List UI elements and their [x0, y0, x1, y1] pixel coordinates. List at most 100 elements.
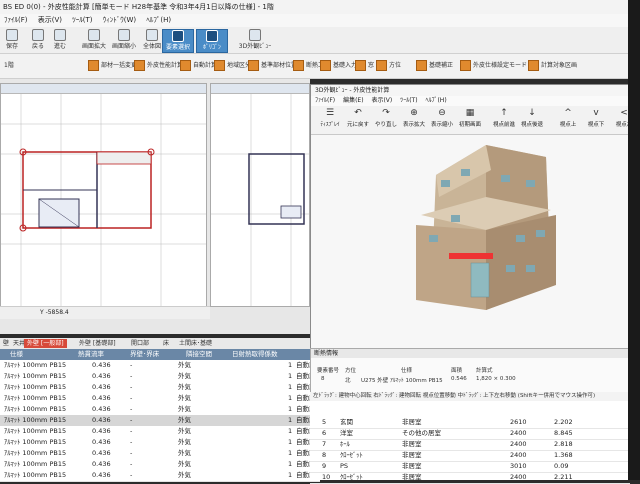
coord-status: Y -5858.4 — [0, 306, 210, 319]
bulk-change-button[interactable]: 部材一括変更 — [88, 58, 137, 74]
room-no: 6 — [322, 429, 327, 437]
menu-file[interactable]: ﾌｧｲﾙ(F) — [4, 16, 28, 24]
auto-icon — [180, 60, 191, 71]
viewer-tool-button[interactable]: ↶ 元に戻す — [345, 108, 371, 132]
menu-help[interactable]: ﾍﾙﾌﾟ(H) — [146, 16, 171, 24]
cell-count: 1 — [288, 405, 293, 413]
3d-canvas[interactable] — [311, 135, 640, 349]
select-element-button[interactable]: 要素選択 — [162, 29, 194, 53]
table-row[interactable]: ｱﾙﾏｯﾄ 100mm PB15 0.436- 外気 1 自動計算 — [0, 470, 322, 482]
target-section-button[interactable]: 計算対象区画 — [528, 58, 577, 74]
window-icon — [355, 60, 366, 71]
room-height: 3010 — [510, 462, 527, 470]
viewer-tool-icon: ^ — [564, 108, 572, 118]
insulation-info-panel: 断熱情報 要素番号 方位 仕様 面積 計算式 8 北 U275 外壁 ｱﾙﾏｯﾄ… — [310, 348, 640, 394]
floor-selector[interactable]: 1階 — [4, 58, 14, 74]
cell-spec: ｱﾙﾏｯﾄ 100mm PB15 — [4, 471, 67, 479]
tab-slab-foundation[interactable]: 土間床･基礎 — [176, 339, 215, 348]
fit-icon — [146, 29, 158, 41]
table-header: 仕様 熱貫流率 界壁･界床 隣接空間 日射熱取得係数 — [0, 349, 320, 360]
viewer-menu-edit[interactable]: 編集(E) — [343, 97, 363, 104]
viewer-tool-button[interactable]: ⊕ 表示拡大 — [401, 108, 427, 132]
back-button[interactable]: 戻る — [28, 29, 48, 51]
col-adjacent: 隣接空間 — [186, 350, 212, 358]
room-type: 非居室 — [402, 473, 422, 481]
foundation-input-button[interactable]: 基礎入力 — [320, 58, 357, 74]
tab-exterior-wall-general[interactable]: 外壁 [一般部] — [24, 339, 67, 348]
building-model[interactable] — [311, 135, 640, 349]
cell-count: 1 — [288, 361, 293, 369]
envelope-calc-button[interactable]: 外皮性能計算 — [134, 58, 183, 74]
room-no: 7 — [322, 440, 327, 448]
polygon-button[interactable]: ﾎﾟﾘｺﾞﾝ — [196, 29, 228, 53]
member-icon — [248, 60, 259, 71]
member-position-button[interactable]: 基準部材位置 — [248, 58, 297, 74]
room-name: 玄関 — [340, 418, 353, 426]
app-titlebar: BS ED 0(0) - 外皮性能計算 [簡単モード H28年基準 令和3年4月… — [0, 0, 640, 15]
cell-adjacent: 外気 — [178, 416, 191, 424]
cell-adjacent: 外気 — [178, 372, 191, 380]
menu-window[interactable]: ｳｨﾝﾄﾞｳ(W) — [103, 16, 136, 24]
viewer-tool-button[interactable]: ☰ ﾃｨｽﾌﾟﾚｲ — [317, 108, 343, 132]
cell-spec: ｱﾙﾏｯﾄ 100mm PB15 — [4, 438, 67, 446]
cell-count: 1 — [288, 416, 293, 424]
fit-all-button[interactable]: 全体図 — [140, 29, 164, 51]
room-no: 5 — [322, 418, 327, 426]
auto-calc-button[interactable]: 自動計算 — [180, 58, 217, 74]
viewer-tool-button[interactable]: ↑ 視点前進 — [491, 108, 517, 132]
forward-button[interactable]: 進む — [50, 29, 70, 51]
tab-exterior-wall-foundation[interactable]: 外壁 [基礎部] — [76, 339, 119, 348]
cell-adjacent: 外気 — [178, 438, 191, 446]
viewer-tool-label: 視点下 — [587, 122, 605, 128]
viewer-menu-tools[interactable]: ﾂｰﾙ(T) — [400, 97, 417, 104]
window-button[interactable]: 窓 — [355, 58, 374, 74]
viewer-tool-button[interactable]: ▦ 初期画面 — [457, 108, 483, 132]
viewer-tool-icon: ▦ — [465, 108, 475, 118]
cell-party: - — [130, 449, 133, 457]
floor-plan-panel[interactable] — [0, 83, 207, 307]
cell-u-value: 0.436 — [92, 416, 111, 424]
region-button[interactable]: 地域区分 — [214, 58, 251, 74]
menu-view[interactable]: 表示(V) — [38, 16, 62, 24]
room-name: PS — [340, 462, 349, 470]
cell-adjacent: 外気 — [178, 361, 191, 369]
save-button[interactable]: 保存 — [2, 29, 22, 51]
viewer-menu-help[interactable]: ﾍﾙﾌﾟ(H) — [425, 97, 446, 104]
orientation-button[interactable]: 方位 — [376, 58, 401, 74]
zoom-in-button[interactable]: 画面拡大 — [80, 29, 108, 51]
room-no: 8 — [322, 451, 327, 459]
room-height: 2400 — [510, 440, 527, 448]
viewer-tool-button[interactable]: v 視点下 — [583, 108, 609, 132]
viewer-tool-button[interactable]: ⊖ 表示縮小 — [429, 108, 455, 132]
room-type: 非居室 — [402, 418, 422, 426]
viewer-menu-view[interactable]: 表示(V) — [371, 97, 392, 104]
spec-table: 仕様 熱貫流率 界壁･界床 隣接空間 日射熱取得係数 ｱﾙﾏｯﾄ 100mm P… — [0, 349, 322, 482]
zoom-out-button[interactable]: 画面縮小 — [110, 29, 138, 51]
viewer-menu-file[interactable]: ﾌｧｲﾙ(F) — [315, 97, 335, 104]
cell-party: - — [130, 361, 133, 369]
envelope-spec-mode-button[interactable]: 外皮仕様設定モード — [460, 58, 527, 74]
cell-adjacent: 外気 — [178, 427, 191, 435]
cell-u-value: 0.436 — [92, 383, 111, 391]
3d-view-button[interactable]: 3D外観ﾋﾞｭｰ — [232, 29, 278, 51]
tab-floor[interactable]: 床 — [160, 339, 172, 348]
elevation-drawing[interactable] — [211, 94, 309, 306]
menu-bar: ﾌｧｲﾙ(F) 表示(V) ﾂｰﾙ(T) ｳｨﾝﾄﾞｳ(W) ﾍﾙﾌﾟ(H) — [0, 14, 640, 27]
info-title: 断熱情報 — [314, 350, 339, 357]
menu-tools[interactable]: ﾂｰﾙ(T) — [72, 16, 92, 24]
viewer-tool-button[interactable]: ↓ 視点後退 — [519, 108, 545, 132]
secondary-toolbar: 1階 部材一括変更 外皮性能計算 自動計算 地域区分 基準部材位置 断熱工事 基… — [0, 54, 640, 79]
viewer-tool-button[interactable]: ↷ やり直し — [373, 108, 399, 132]
elevation-panel[interactable] — [210, 83, 310, 307]
viewer-tool-icon: ⊕ — [410, 108, 418, 118]
floor-plan-drawing[interactable] — [1, 94, 206, 306]
fix-icon — [416, 60, 427, 71]
tab-openings[interactable]: 開口部 — [128, 339, 152, 348]
room-row[interactable]: 10 ｸﾛｰｾﾞｯﾄ 非居室 2400 2.211 — [310, 472, 630, 484]
viewer-tool-button[interactable]: ^ 視点上 — [555, 108, 581, 132]
room-no: 10 — [322, 473, 331, 481]
foundation-fix-button[interactable]: 基礎補正 — [416, 58, 453, 74]
cell-spec: ｱﾙﾏｯﾄ 100mm PB15 — [4, 383, 67, 391]
info-formula: 1,820 × 0.300 — [476, 376, 516, 382]
cell-party: - — [130, 427, 133, 435]
